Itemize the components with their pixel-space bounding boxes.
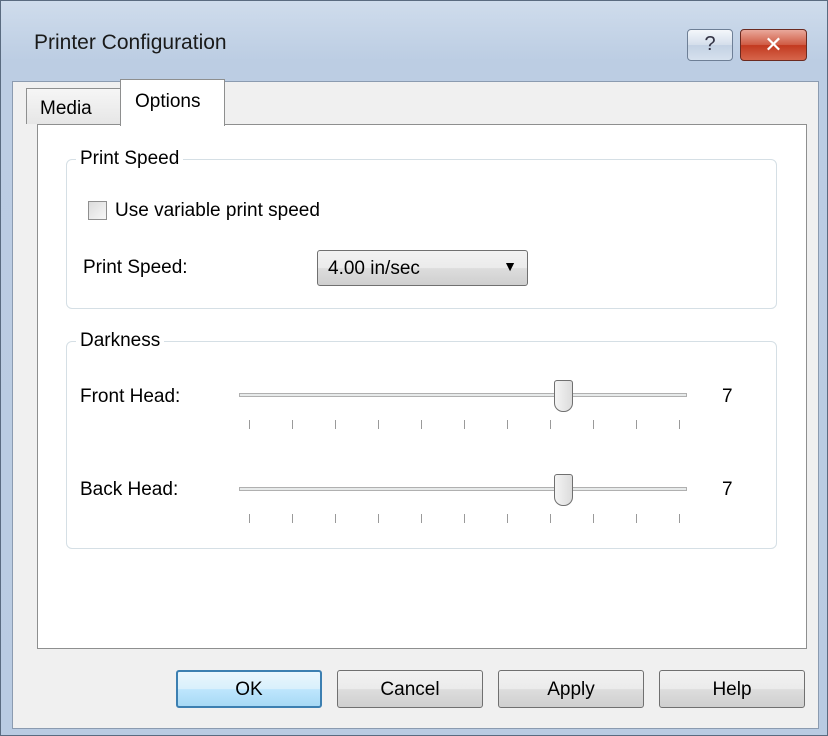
cancel-button[interactable]: Cancel — [337, 670, 483, 708]
slider-tick — [636, 420, 637, 429]
slider-tick — [249, 420, 250, 429]
question-icon: ? — [704, 33, 716, 55]
slider-tick — [679, 514, 680, 523]
print-speed-group-title: Print Speed — [76, 148, 184, 170]
front-head-value: 7 — [722, 386, 733, 407]
slider-tick — [550, 420, 551, 429]
front-head-slider-track — [239, 393, 687, 397]
slider-tick — [593, 420, 594, 429]
window-title: Printer Configuration — [34, 31, 227, 54]
front-head-slider[interactable] — [239, 378, 689, 430]
slider-tick — [292, 420, 293, 429]
print-speed-dropdown[interactable]: 4.00 in/sec ▼ — [317, 250, 528, 286]
slider-tick — [636, 514, 637, 523]
apply-button[interactable]: Apply — [498, 670, 644, 708]
slider-tick — [593, 514, 594, 523]
slider-tick — [378, 420, 379, 429]
slider-tick — [378, 514, 379, 523]
chevron-down-icon: ▼ — [503, 258, 517, 274]
print-speed-groupbox — [66, 159, 777, 309]
slider-tick — [464, 514, 465, 523]
back-head-slider-track — [239, 487, 687, 491]
print-speed-value: 4.00 in/sec — [328, 258, 420, 279]
close-icon: ✕ — [764, 32, 783, 57]
variable-print-speed-label[interactable]: Use variable print speed — [115, 200, 320, 222]
slider-tick — [464, 420, 465, 429]
slider-tick — [550, 514, 551, 523]
help-caption-button[interactable]: ? — [687, 29, 733, 61]
help-button[interactable]: Help — [659, 670, 805, 708]
ok-button[interactable]: OK — [176, 670, 322, 708]
slider-tick — [335, 514, 336, 523]
tab-media-label: Media — [40, 98, 92, 119]
back-head-label: Back Head: — [80, 479, 179, 500]
front-head-slider-thumb[interactable] — [554, 380, 573, 412]
slider-tick — [335, 420, 336, 429]
slider-tick — [292, 514, 293, 523]
slider-tick — [421, 514, 422, 523]
back-head-value: 7 — [722, 479, 733, 500]
slider-tick — [249, 514, 250, 523]
tab-options-label: Options — [135, 91, 201, 112]
darkness-group-title: Darkness — [76, 330, 165, 352]
slider-tick — [679, 420, 680, 429]
print-speed-label: Print Speed: — [83, 257, 188, 278]
front-head-label: Front Head: — [80, 386, 181, 407]
slider-tick — [507, 420, 508, 429]
back-head-slider-thumb[interactable] — [554, 474, 573, 506]
title-bar: Printer Configuration ? ✕ — [1, 1, 827, 81]
tab-media[interactable]: Media — [26, 88, 122, 124]
close-button[interactable]: ✕ — [740, 29, 807, 61]
slider-tick — [421, 420, 422, 429]
variable-print-speed-checkbox[interactable] — [88, 201, 107, 220]
back-head-slider[interactable] — [239, 472, 689, 524]
slider-tick — [507, 514, 508, 523]
tab-options[interactable]: Options — [120, 79, 225, 126]
